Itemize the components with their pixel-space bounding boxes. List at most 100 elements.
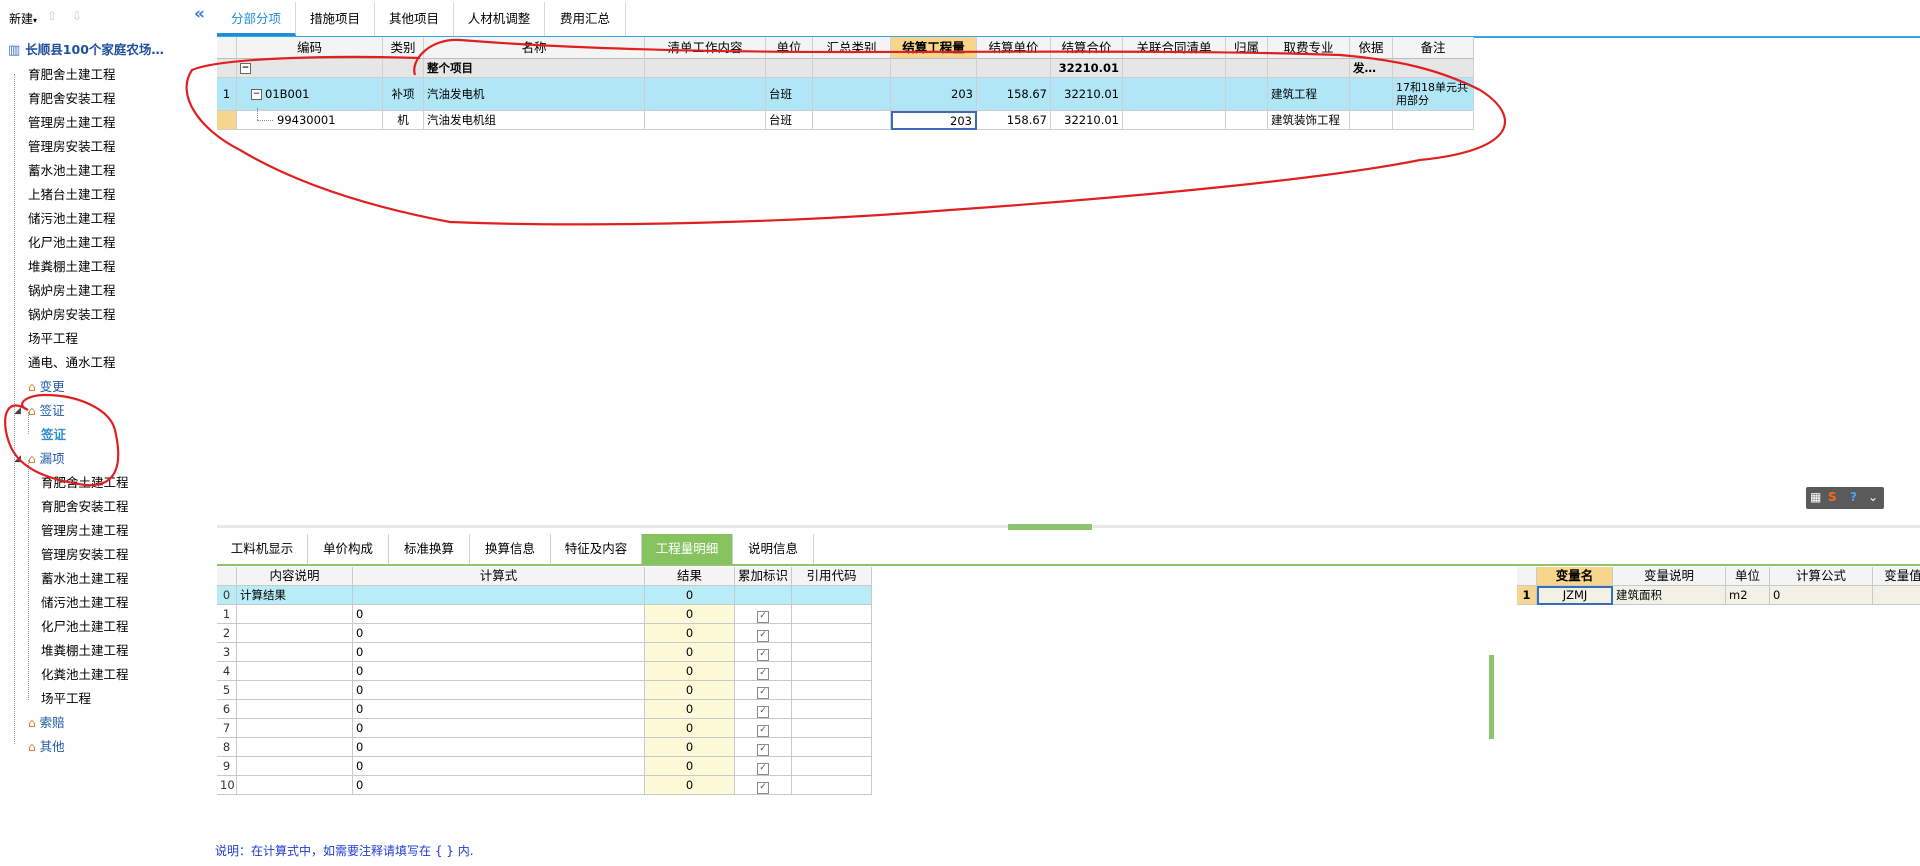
tree-root-project[interactable]: ▥ 长顺县100个家庭农场…	[8, 39, 164, 58]
var-row-number[interactable]: 1	[1517, 586, 1537, 605]
calc-row-formula[interactable]: 0	[353, 605, 645, 624]
sum-row-unit[interactable]	[766, 59, 813, 78]
calc-row-ref[interactable]	[792, 586, 872, 605]
sum-row-price[interactable]	[977, 59, 1051, 78]
calc-row-number[interactable]: 0	[217, 586, 237, 605]
calc-row-result[interactable]: 0	[645, 605, 735, 624]
var-header-desc[interactable]: 变量说明	[1613, 567, 1726, 586]
tree-item[interactable]: 管理房土建工程	[28, 114, 116, 132]
sogou-icon[interactable]: S	[1828, 490, 1837, 504]
tree-item[interactable]: 锅炉房土建工程	[28, 282, 116, 300]
row-unit[interactable]: 台班	[766, 78, 813, 111]
calc-row-result[interactable]: 0	[645, 776, 735, 795]
tree-group-claim[interactable]: ⌂ 索赔	[28, 714, 65, 732]
row-sum-type[interactable]	[813, 78, 891, 111]
tab-standard-convert[interactable]: 标准换算	[389, 534, 470, 564]
calc-row-result[interactable]: 0	[645, 643, 735, 662]
row-belong[interactable]	[1226, 78, 1268, 111]
calc-row-formula[interactable]: 0	[353, 757, 645, 776]
calc-row-accum[interactable]: ✓	[735, 624, 792, 643]
calc-row-accum[interactable]: ✓	[735, 757, 792, 776]
header-total[interactable]: 结算合价	[1051, 37, 1123, 59]
accumulate-checkbox[interactable]: ✓	[757, 611, 769, 623]
tree-item[interactable]: 育肥舍安装工程	[41, 498, 129, 516]
row-total[interactable]: 32210.01	[1051, 78, 1123, 111]
tab-price-composition[interactable]: 单价构成	[308, 534, 389, 564]
var-header-unit[interactable]: 单位	[1726, 567, 1770, 586]
header-code[interactable]: 编码	[237, 37, 383, 59]
accumulate-checkbox[interactable]: ✓	[757, 744, 769, 756]
tree-item[interactable]: 堆粪棚土建工程	[28, 258, 116, 276]
tree-item[interactable]: 化尸池土建工程	[41, 618, 129, 636]
calc-row-formula[interactable]	[353, 586, 645, 605]
calc-row-number[interactable]: 1	[217, 605, 237, 624]
calc-row-desc[interactable]	[237, 776, 353, 795]
sum-row-belong[interactable]	[1226, 59, 1268, 78]
tree-item[interactable]: 蓄水池土建工程	[28, 162, 116, 180]
header-name[interactable]: 名称	[424, 37, 645, 59]
tab-labor-material[interactable]: 人材机调整	[454, 2, 545, 36]
calc-row-formula[interactable]: 0	[353, 719, 645, 738]
calc-row-desc[interactable]	[237, 662, 353, 681]
tree-item[interactable]: 储污池土建工程	[41, 594, 129, 612]
tab-features[interactable]: 特征及内容	[551, 534, 642, 564]
tab-description[interactable]: 说明信息	[733, 534, 814, 564]
calc-row-number[interactable]: 8	[217, 738, 237, 757]
var-header-value[interactable]: 变量值	[1873, 567, 1920, 586]
row-unit[interactable]: 台班	[766, 111, 813, 130]
row-price[interactable]: 158.67	[977, 111, 1051, 130]
tree-item[interactable]: 育肥舍土建工程	[28, 66, 116, 84]
calc-row-desc[interactable]: 计算结果	[237, 586, 353, 605]
calc-row-accum[interactable]: ✓	[735, 719, 792, 738]
calc-row-formula[interactable]: 0	[353, 624, 645, 643]
tab-other-items[interactable]: 其他项目	[375, 2, 454, 36]
tree-item[interactable]: 锅炉房安装工程	[28, 306, 116, 324]
header-content[interactable]: 清单工作内容	[645, 37, 766, 59]
tree-group-change[interactable]: ⌂ 变更	[28, 378, 65, 396]
var-row-desc[interactable]: 建筑面积	[1613, 586, 1726, 605]
calc-row-formula[interactable]: 0	[353, 700, 645, 719]
calc-row-desc[interactable]	[237, 700, 353, 719]
calc-row-result[interactable]: 0	[645, 681, 735, 700]
row-remark[interactable]: 17和18单元共用部分	[1393, 78, 1474, 111]
calc-row-ref[interactable]	[792, 738, 872, 757]
calc-row-number[interactable]: 4	[217, 662, 237, 681]
tree-item[interactable]: 上猪台土建工程	[28, 186, 116, 204]
var-header-name[interactable]: 变量名	[1537, 567, 1613, 586]
header-contract[interactable]: 关联合同清单	[1123, 37, 1226, 59]
tab-convert-info[interactable]: 换算信息	[470, 534, 551, 564]
row-major[interactable]: 建筑装饰工程	[1268, 111, 1350, 130]
tree-item[interactable]: 储污池土建工程	[28, 210, 116, 228]
row-name[interactable]: 汽油发电机组	[424, 111, 645, 130]
calc-row-ref[interactable]	[792, 719, 872, 738]
tree-item[interactable]: 管理房安装工程	[41, 546, 129, 564]
sum-row-type[interactable]	[383, 59, 424, 78]
expanded-arrow-icon[interactable]: ◢	[14, 450, 21, 468]
row-basis[interactable]	[1350, 111, 1393, 130]
calc-row-number[interactable]: 10	[217, 776, 237, 795]
header-remark[interactable]: 备注	[1393, 37, 1474, 59]
calc-row-accum[interactable]: ✓	[735, 605, 792, 624]
row-contract[interactable]	[1123, 78, 1226, 111]
tree-item[interactable]: 管理房安装工程	[28, 138, 116, 156]
sum-row-name[interactable]: 整个项目	[424, 59, 645, 78]
row-type[interactable]: 补项	[383, 78, 424, 111]
tree-item[interactable]: 育肥舍安装工程	[28, 90, 116, 108]
sum-row-basis[interactable]: 发…	[1350, 59, 1393, 78]
tree-item[interactable]: 通电、通水工程	[28, 354, 116, 372]
tab-measures[interactable]: 措施项目	[296, 2, 375, 36]
tab-sub-items[interactable]: 分部分项	[217, 2, 296, 36]
accumulate-checkbox[interactable]: ✓	[757, 649, 769, 661]
calc-row-accum[interactable]: ✓	[735, 681, 792, 700]
row-code[interactable]: −01B001	[237, 78, 383, 111]
accumulate-checkbox[interactable]: ✓	[757, 725, 769, 737]
calc-row-ref[interactable]	[792, 662, 872, 681]
help-icon[interactable]: ?	[1850, 490, 1857, 504]
new-button[interactable]: 新建▾	[9, 10, 37, 27]
var-header-formula[interactable]: 计算公式	[1770, 567, 1873, 586]
collapse-panel-icon[interactable]: «	[194, 4, 205, 24]
row-sum-type[interactable]	[813, 111, 891, 130]
calc-row-desc[interactable]	[237, 738, 353, 757]
calc-row-result[interactable]: 0	[645, 624, 735, 643]
row-qty[interactable]: 203	[891, 78, 977, 111]
